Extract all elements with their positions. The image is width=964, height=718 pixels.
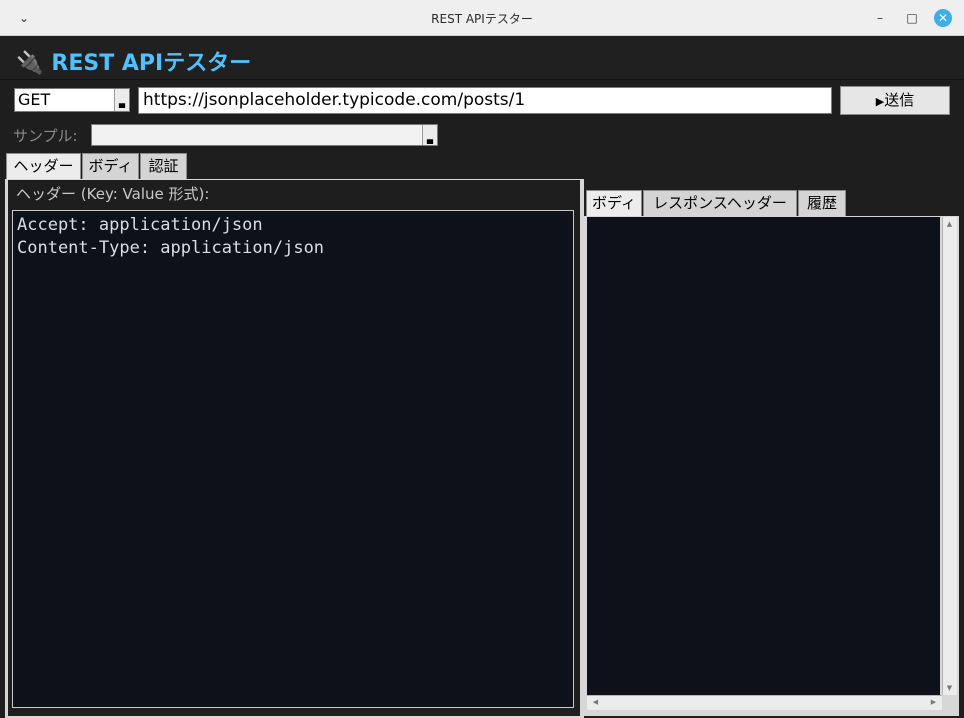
- app-window: 🔌 REST APIテスター GET ▄ https://jsonplacehol…: [0, 36, 964, 718]
- window-title: REST APIテスター: [431, 12, 533, 26]
- minimize-icon[interactable]: –: [870, 8, 890, 28]
- header-line: Content-Type: application/json: [17, 238, 325, 258]
- headers-textarea[interactable]: Accept: application/json Content-Type: a…: [12, 210, 574, 708]
- response-horizontal-scrollbar[interactable]: ◀ ▶: [587, 695, 942, 710]
- send-button[interactable]: ▶送信: [840, 86, 950, 115]
- response-vertical-scrollbar[interactable]: ▲ ▼: [942, 217, 957, 695]
- headers-label: ヘッダー (Key: Value 形式):: [16, 185, 210, 203]
- close-icon[interactable]: ✕: [934, 9, 952, 27]
- dropdown-arrow-icon[interactable]: ▄: [114, 89, 129, 111]
- window-titlebar: ⌄ REST APIテスター – □ ✕: [0, 0, 964, 36]
- tab-auth[interactable]: 認証: [140, 153, 187, 179]
- app-header: 🔌 REST APIテスター: [0, 36, 964, 80]
- sample-label: サンプル:: [13, 127, 78, 145]
- scroll-down-icon[interactable]: ▼: [943, 684, 956, 692]
- app-title-text: REST APIテスター: [51, 51, 252, 76]
- send-button-label: 送信: [884, 91, 915, 109]
- response-body-textarea[interactable]: [587, 217, 940, 695]
- tab-response-body[interactable]: ボディ: [586, 190, 642, 216]
- scroll-left-icon[interactable]: ◀: [589, 698, 602, 706]
- headers-tab-content: ヘッダー (Key: Value 形式): Accept: applicatio…: [8, 180, 580, 716]
- method-value: GET: [18, 90, 51, 109]
- method-select[interactable]: GET ▄: [14, 88, 130, 112]
- scroll-right-icon[interactable]: ▶: [927, 698, 940, 706]
- plug-icon: 🔌: [16, 51, 44, 76]
- scroll-up-icon[interactable]: ▲: [943, 220, 956, 228]
- sample-select[interactable]: ▄: [91, 124, 438, 146]
- tab-response-headers[interactable]: レスポンスヘッダー: [643, 190, 797, 216]
- dropdown-arrow-icon[interactable]: ▄: [422, 125, 437, 145]
- tab-headers[interactable]: ヘッダー: [6, 153, 81, 179]
- maximize-icon[interactable]: □: [902, 8, 922, 28]
- tab-body[interactable]: ボディ: [82, 153, 139, 179]
- url-input[interactable]: https://jsonplaceholder.typicode.com/pos…: [138, 87, 832, 114]
- app-title: 🔌 REST APIテスター: [16, 45, 251, 77]
- play-triangle-icon: ▶: [875, 95, 885, 108]
- tab-history[interactable]: 履歴: [798, 190, 846, 216]
- header-line: Accept: application/json: [17, 215, 263, 235]
